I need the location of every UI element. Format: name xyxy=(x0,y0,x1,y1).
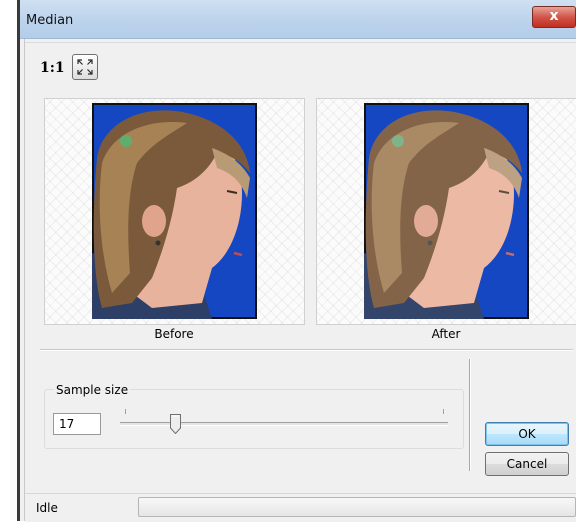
slider-tick-min xyxy=(125,409,126,414)
median-dialog: Median x 1:1 Before After Sample size 17… xyxy=(17,0,576,522)
after-preview-panel xyxy=(316,98,576,325)
after-image xyxy=(364,103,529,319)
buttons-divider xyxy=(469,359,471,471)
close-icon: x xyxy=(549,8,559,24)
preview-divider xyxy=(40,349,573,351)
before-image xyxy=(92,103,257,319)
sample-size-group xyxy=(44,389,464,449)
dialog-body: 1:1 Before After Sample size 17 OK Cance… xyxy=(24,39,576,522)
window-title: Median xyxy=(26,13,74,28)
before-caption: Before xyxy=(154,327,194,341)
status-bar: Idle xyxy=(25,493,576,522)
status-text: Idle xyxy=(36,501,58,515)
sample-size-slider-track[interactable] xyxy=(120,422,448,426)
progress-bar xyxy=(138,497,576,517)
close-button[interactable]: x xyxy=(532,6,576,28)
fit-to-window-icon xyxy=(77,59,93,75)
slider-tick-max xyxy=(443,409,444,414)
sample-size-input[interactable]: 17 xyxy=(53,413,101,435)
actual-size-button[interactable]: 1:1 xyxy=(40,60,65,76)
title-bar[interactable]: Median x xyxy=(20,0,576,39)
fit-to-window-button[interactable] xyxy=(72,54,98,80)
cancel-button[interactable]: Cancel xyxy=(485,452,569,476)
before-preview-panel xyxy=(44,98,305,325)
after-caption: After xyxy=(431,327,461,341)
ok-button[interactable]: OK xyxy=(485,422,569,446)
top-divider xyxy=(25,42,576,43)
sample-size-slider-thumb[interactable] xyxy=(170,414,182,434)
sample-size-label: Sample size xyxy=(54,383,131,397)
